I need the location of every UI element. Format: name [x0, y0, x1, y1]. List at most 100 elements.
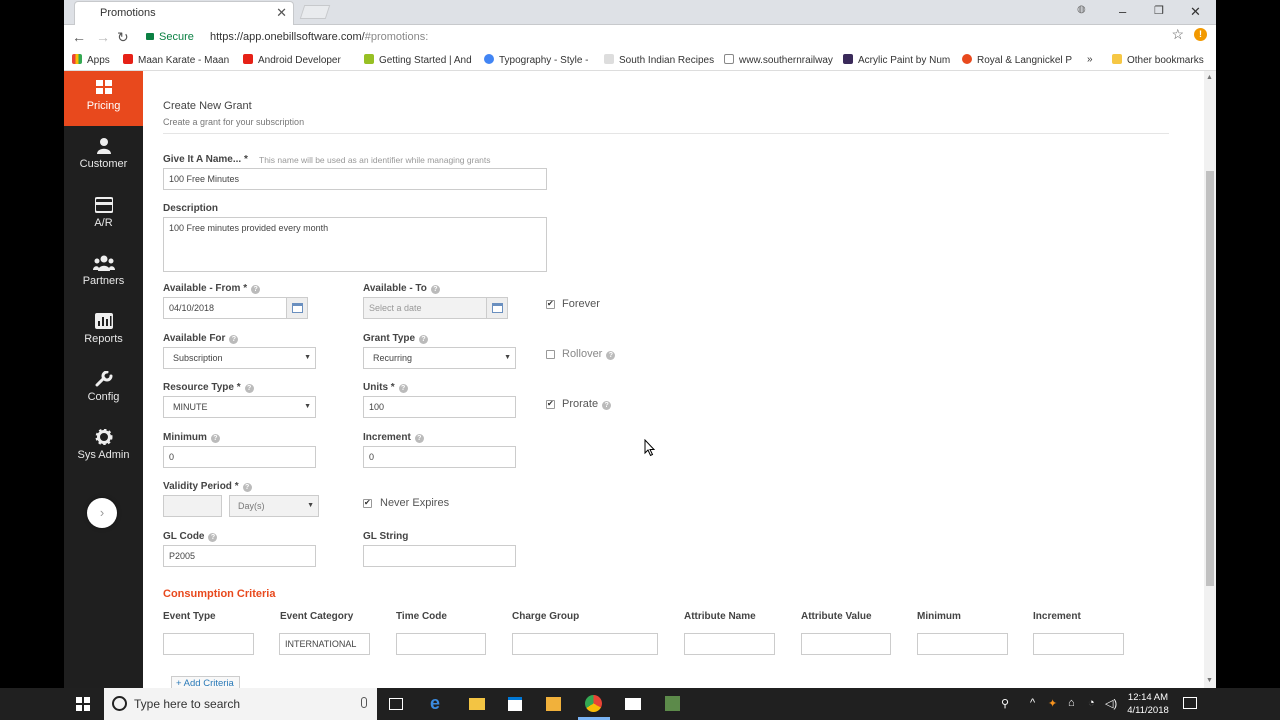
sidebar-expand-button[interactable]: ›: [87, 498, 117, 528]
help-icon[interactable]: ?: [398, 384, 408, 393]
sidebar-item-config[interactable]: Config: [64, 359, 143, 417]
network-icon[interactable]: ⌂: [1068, 697, 1075, 709]
address-bar[interactable]: Secure https://app.onebillsoftware.com/#…: [140, 27, 1200, 47]
sidebar-item-reports[interactable]: Reports: [64, 301, 143, 359]
validity-period-input[interactable]: [163, 495, 222, 517]
event-type-input[interactable]: [163, 633, 254, 655]
help-icon[interactable]: ?: [602, 401, 612, 410]
resource-type-select[interactable]: MINUTE ▼: [163, 396, 316, 418]
window-close-icon[interactable]: ✕: [1190, 4, 1201, 20]
windows-start-icon[interactable]: [76, 697, 90, 711]
bookmark-item[interactable]: South Indian Recipes: [604, 54, 714, 66]
available-for-select[interactable]: Subscription ▼: [163, 347, 316, 369]
bookmark-item[interactable]: Maan Karate - Maan: [123, 54, 229, 66]
help-icon[interactable]: ?: [242, 483, 252, 492]
criteria-minimum-input[interactable]: [917, 633, 1008, 655]
sidebar-item-sys-admin[interactable]: Sys Admin: [64, 417, 143, 475]
name-input[interactable]: 100 Free Minutes: [163, 168, 547, 190]
help-icon[interactable]: ?: [229, 335, 239, 344]
page-scrollbar[interactable]: ▲ ▼: [1204, 71, 1216, 688]
bookmark-item[interactable]: Typography - Style -: [484, 54, 588, 66]
help-icon[interactable]: ?: [251, 285, 261, 294]
bookmark-item[interactable]: Acrylic Paint by Num: [843, 54, 950, 66]
media-player-icon[interactable]: [546, 697, 561, 711]
help-icon[interactable]: ?: [244, 384, 254, 393]
store-icon[interactable]: [508, 697, 522, 711]
sidebar-item-ar[interactable]: A/R: [64, 185, 143, 243]
new-tab-button[interactable]: [299, 5, 331, 19]
bookmarks-more[interactable]: »: [1087, 54, 1093, 65]
from-date-input[interactable]: 04/10/2018: [163, 297, 287, 319]
prorate-checkbox[interactable]: [546, 399, 555, 409]
time-code-input[interactable]: [396, 633, 486, 655]
help-icon[interactable]: ?: [430, 285, 440, 294]
help-icon[interactable]: ?: [414, 434, 424, 443]
col-attribute-value: Attribute Value: [801, 611, 872, 622]
people-icon[interactable]: ⚲: [1001, 697, 1009, 710]
grant-type-select[interactable]: Recurring ▼: [363, 347, 516, 369]
gl-string-input[interactable]: [363, 545, 516, 567]
to-calendar-icon[interactable]: [486, 297, 508, 319]
event-category-input[interactable]: INTERNATIONAL: [279, 633, 370, 655]
back-icon[interactable]: ←: [72, 29, 86, 45]
bookmark-star-icon[interactable]: ☆: [1171, 26, 1184, 43]
never-expires-checkbox[interactable]: [363, 498, 372, 508]
description-textarea[interactable]: 100 Free minutes provided every month: [163, 217, 547, 272]
reload-icon[interactable]: ↻: [117, 29, 129, 46]
browser-tab[interactable]: Promotions ✕: [74, 1, 294, 25]
sidebar-item-customer[interactable]: Customer: [64, 127, 143, 185]
other-bookmarks[interactable]: Other bookmarks: [1112, 54, 1204, 66]
sidebar-item-pricing[interactable]: Pricing: [64, 71, 143, 126]
scroll-up-icon[interactable]: ▲: [1206, 74, 1213, 81]
restore-icon[interactable]: ❐: [1154, 4, 1164, 17]
microphone-icon[interactable]: [361, 697, 367, 708]
validity-unit-select[interactable]: Day(s) ▼: [229, 495, 319, 517]
action-center-icon[interactable]: [1183, 697, 1197, 709]
extension-alert-icon[interactable]: !: [1194, 28, 1207, 41]
validity-unit-value: Day(s): [238, 501, 265, 511]
rollover-checkbox[interactable]: [546, 350, 555, 359]
help-icon[interactable]: ?: [606, 351, 616, 360]
calendar-glyph: [492, 303, 503, 313]
file-explorer-icon[interactable]: [469, 698, 485, 710]
taskbar-clock[interactable]: 12:14 AM 4/11/2018: [1118, 691, 1178, 717]
to-date-input[interactable]: Select a date: [363, 297, 487, 319]
from-calendar-icon[interactable]: [286, 297, 308, 319]
chrome-icon[interactable]: [585, 695, 602, 712]
resource-type-label-text: Resource Type *: [163, 382, 241, 393]
forever-checkbox[interactable]: [546, 299, 555, 309]
help-icon[interactable]: ?: [210, 434, 220, 443]
bookmark-item[interactable]: Getting Started | And: [364, 54, 472, 66]
increment-input[interactable]: 0: [363, 446, 516, 468]
forward-icon[interactable]: →: [96, 29, 110, 45]
charge-group-input[interactable]: [512, 633, 658, 655]
attribute-value-input[interactable]: [801, 633, 891, 655]
app-icon[interactable]: [665, 696, 680, 711]
task-view-icon[interactable]: [389, 698, 403, 710]
gl-code-input[interactable]: P2005: [163, 545, 316, 567]
edge-icon[interactable]: e: [430, 693, 446, 713]
help-icon[interactable]: ?: [419, 335, 429, 344]
scroll-thumb[interactable]: [1206, 171, 1214, 586]
sidebar-item-partners[interactable]: Partners: [64, 243, 143, 301]
bookmark-apps[interactable]: Apps: [72, 54, 110, 66]
units-input[interactable]: 100: [363, 396, 516, 418]
minimum-input[interactable]: 0: [163, 446, 316, 468]
tray-app-icon[interactable]: ✦: [1048, 697, 1057, 710]
minimize-icon[interactable]: –: [1119, 4, 1126, 19]
help-icon[interactable]: ?: [208, 533, 218, 542]
bookmark-item[interactable]: Royal & Langnickel P: [962, 54, 1072, 66]
volume-icon[interactable]: ◁): [1105, 697, 1117, 710]
tray-expand-icon[interactable]: ^: [1030, 697, 1035, 709]
wifi-icon[interactable]: ◔: [1088, 697, 1095, 709]
mail-icon[interactable]: [625, 698, 641, 710]
profile-icon[interactable]: ◍: [1077, 4, 1086, 15]
attribute-name-input[interactable]: [684, 633, 775, 655]
bookmark-item[interactable]: Android Developer: [243, 54, 341, 66]
bookmark-item[interactable]: www.southernrailway: [724, 54, 833, 66]
taskbar-search[interactable]: Type here to search: [104, 688, 377, 720]
scroll-down-icon[interactable]: ▼: [1206, 677, 1213, 684]
col-attribute-name: Attribute Name: [684, 611, 756, 622]
tab-close-icon[interactable]: ✕: [276, 5, 287, 21]
criteria-increment-input[interactable]: [1033, 633, 1124, 655]
